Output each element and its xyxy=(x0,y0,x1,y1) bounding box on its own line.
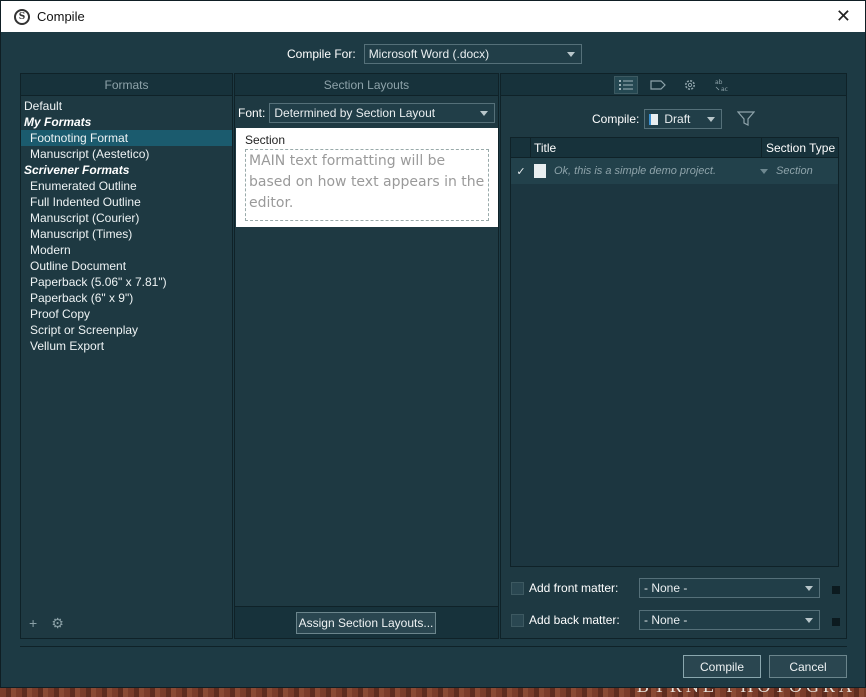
section-layout-card[interactable]: Section MAIN text formatting will be bas… xyxy=(236,128,498,227)
settings-gear-icon[interactable] xyxy=(678,76,702,94)
include-checkbox[interactable]: ✓ xyxy=(511,165,531,178)
format-item[interactable]: Manuscript (Aestetico) xyxy=(21,146,232,162)
section-layouts-header: Section Layouts xyxy=(235,74,498,96)
back-matter-checkbox[interactable] xyxy=(511,613,524,627)
formats-list: Default My Formats Footnoting Format Manusc… xyxy=(21,96,232,354)
chevron-down-icon xyxy=(760,168,768,174)
format-item[interactable]: Proof Copy xyxy=(21,306,232,322)
format-item[interactable]: Manuscript (Times) xyxy=(21,226,232,242)
compile-for-row: Compile For: Microsoft Word (.docx) xyxy=(287,44,582,64)
format-item[interactable]: Script or Screenplay xyxy=(21,322,232,338)
back-matter-select[interactable]: - None - xyxy=(639,610,820,630)
front-matter-select[interactable]: - None - xyxy=(639,578,820,598)
compile-source-value: Draft xyxy=(664,112,691,126)
compile-button[interactable]: Compile xyxy=(683,655,761,678)
draft-folder-icon xyxy=(649,113,659,125)
assign-section-layouts-button[interactable]: Assign Section Layouts... xyxy=(296,612,436,634)
section-layouts-footer: Assign Section Layouts... xyxy=(235,606,498,638)
compile-for-label: Compile For: xyxy=(287,47,356,61)
format-item[interactable]: Full Indented Outline xyxy=(21,194,232,210)
chevron-down-icon xyxy=(805,618,813,623)
back-matter-label: Add back matter: xyxy=(529,613,620,627)
format-item[interactable]: Manuscript (Courier) xyxy=(21,210,232,226)
chevron-down-icon xyxy=(480,110,488,116)
formats-header: Formats xyxy=(21,74,232,96)
front-matter-label: Add front matter: xyxy=(529,581,619,595)
replacements-icon[interactable]: ab ac xyxy=(710,76,734,94)
format-item[interactable]: Modern xyxy=(21,242,232,258)
window-title: Compile xyxy=(37,9,85,24)
contents-toolbar: ab ac xyxy=(501,74,846,96)
table-row[interactable]: ✓ Ok, this is a simple demo project. Sec… xyxy=(511,158,838,184)
font-select[interactable]: Determined by Section Layout xyxy=(269,102,495,123)
format-item[interactable]: Footnoting Format xyxy=(21,130,232,146)
title-bar: S Compile ✕ xyxy=(1,1,865,32)
format-item[interactable]: Enumerated Outline xyxy=(21,178,232,194)
header-title[interactable]: Title xyxy=(531,138,762,157)
gear-icon[interactable]: ⚙ xyxy=(51,615,64,632)
back-matter-row: Add back matter: - None - xyxy=(511,610,840,630)
compile-source-row: Compile: Draft xyxy=(592,109,756,129)
format-group-heading: My Formats xyxy=(24,115,92,129)
svg-text:ac: ac xyxy=(721,86,728,92)
formats-panel: Formats Default My Formats Footnoting Form… xyxy=(20,73,233,639)
front-matter-checkbox[interactable] xyxy=(511,581,524,595)
compile-source-select[interactable]: Draft xyxy=(644,109,723,129)
close-icon[interactable]: ✕ xyxy=(836,6,851,26)
section-layout-preview: MAIN text formatting will be based on ho… xyxy=(245,149,489,221)
compile-dialog: S Compile ✕ Compile For: Microsoft Word … xyxy=(0,0,866,688)
font-row: Font: Determined by Section Layout xyxy=(235,96,498,124)
section-layouts-panel: Section Layouts Font: Determined by Sect… xyxy=(234,73,499,639)
lock-icon[interactable] xyxy=(832,618,840,626)
chevron-down-icon xyxy=(805,586,813,591)
format-item[interactable]: Default xyxy=(21,98,232,114)
format-item[interactable]: Paperback (6" x 9") xyxy=(21,290,232,306)
back-matter-value: - None - xyxy=(644,613,688,627)
row-title: Ok, this is a simple demo project. xyxy=(554,165,717,177)
cancel-button[interactable]: Cancel xyxy=(769,655,847,678)
list-icon[interactable] xyxy=(613,75,638,94)
compile-for-value: Microsoft Word (.docx) xyxy=(368,47,490,61)
front-matter-value: - None - xyxy=(644,581,688,595)
compile-source-label: Compile: xyxy=(592,112,640,126)
font-label: Font: xyxy=(238,105,266,120)
format-item[interactable]: Vellum Export xyxy=(21,338,232,354)
front-matter-row: Add front matter: - None - xyxy=(511,578,840,598)
header-section-type[interactable]: Section Type xyxy=(762,138,838,157)
lock-icon[interactable] xyxy=(832,586,840,594)
format-group-heading: Scrivener Formats xyxy=(24,163,130,177)
format-item[interactable]: Paperback (5.06" x 7.81") xyxy=(21,274,232,290)
section-type-select[interactable]: Section xyxy=(760,165,838,177)
chevron-down-icon xyxy=(707,117,716,122)
scrivener-logo-icon: S xyxy=(14,8,30,25)
row-section-type: Section xyxy=(776,165,813,177)
format-item[interactable]: Outline Document xyxy=(21,258,232,274)
table-header: Title Section Type xyxy=(511,138,838,158)
formats-footer: + ⚙ xyxy=(29,615,64,632)
compile-contents-table: Title Section Type ✓ Ok, this is a simpl… xyxy=(510,137,839,567)
svg-text:ab: ab xyxy=(715,79,723,86)
header-include xyxy=(511,138,531,157)
footer-divider xyxy=(20,646,847,647)
label-tag-icon[interactable] xyxy=(646,76,670,94)
add-format-icon[interactable]: + xyxy=(29,615,37,632)
compile-for-select[interactable]: Microsoft Word (.docx) xyxy=(363,44,582,64)
filter-icon[interactable] xyxy=(737,111,756,127)
document-icon xyxy=(534,164,546,178)
chevron-down-icon xyxy=(566,52,575,57)
section-layout-title: Section xyxy=(245,133,286,147)
compile-contents-panel: ab ac Compile: Draft Title Section Type ✓ xyxy=(500,73,847,639)
font-select-value: Determined by Section Layout xyxy=(274,105,436,120)
